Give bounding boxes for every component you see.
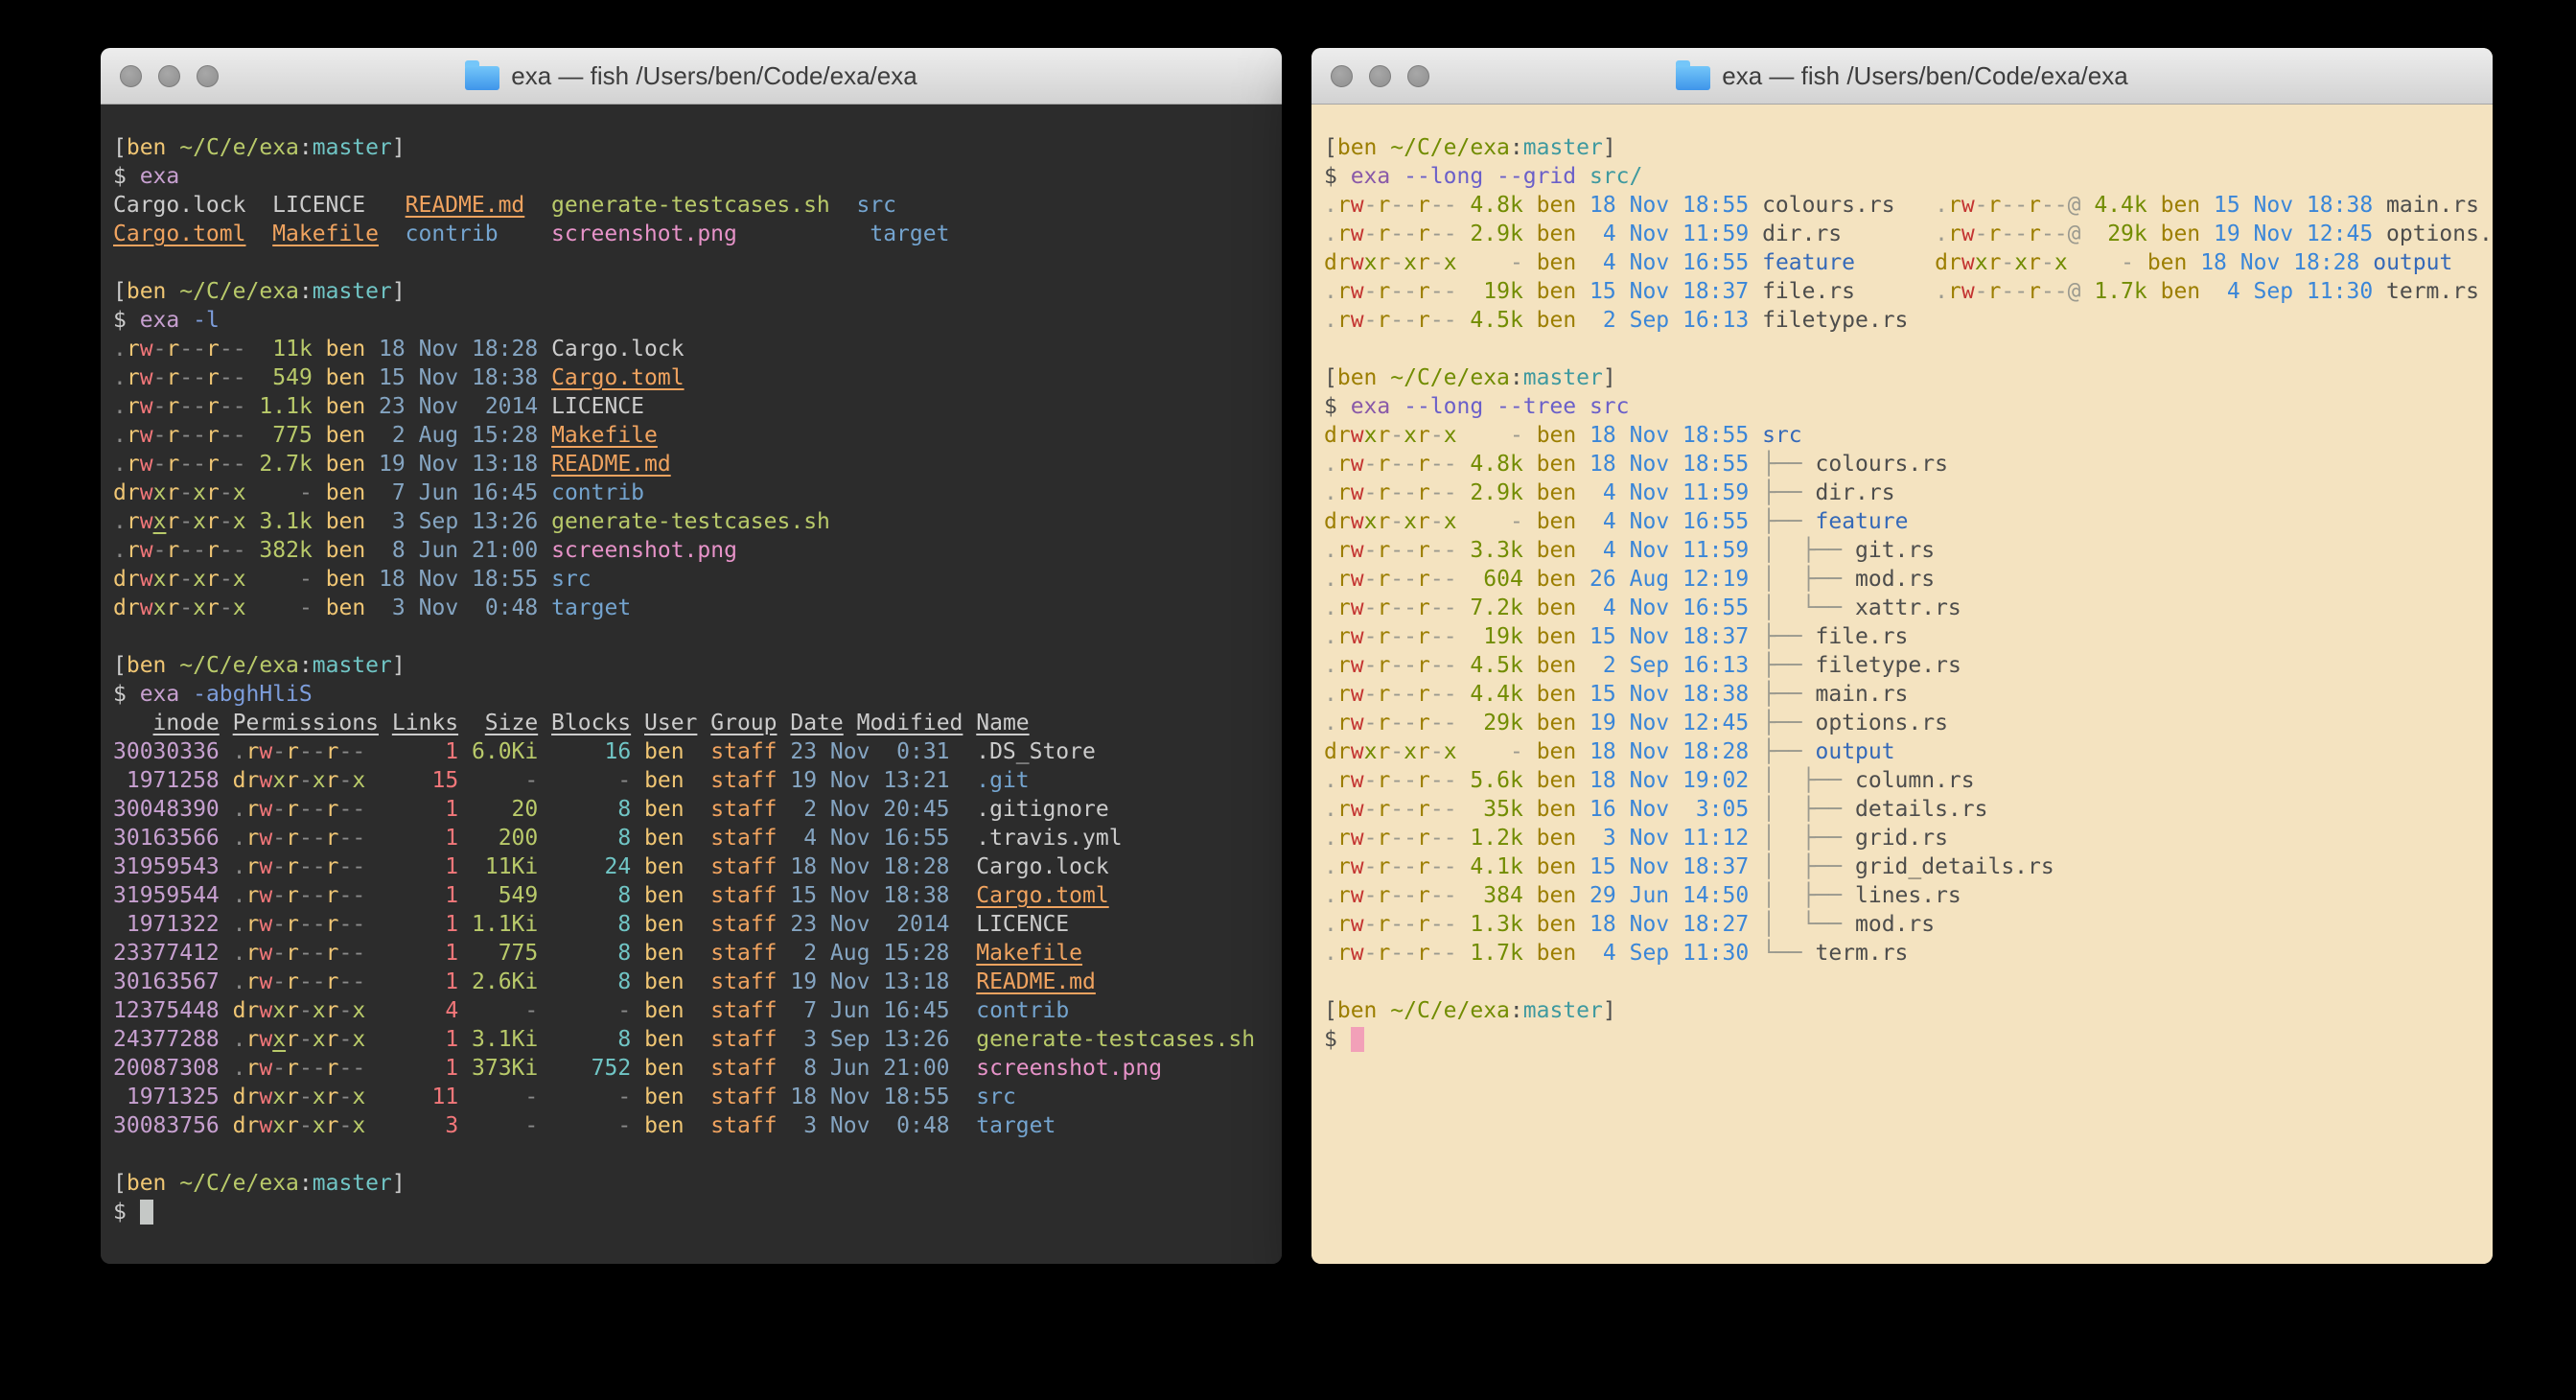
title-group: exa — fish /Users/ben/Code/exa/exa bbox=[465, 61, 917, 91]
terminal-line: .rw-r--r-- 4.5k ben 2 Sep 16:13 ├── file… bbox=[1324, 651, 2493, 680]
terminal-line: .rw-r--r-- 7.2k ben 4 Nov 16:55 │ └── xa… bbox=[1324, 594, 2493, 622]
terminal-line: .rw-r--r-- 11k ben 18 Nov 18:28 Cargo.lo… bbox=[113, 335, 1282, 363]
terminal-line: .rw-r--r-- 4.8k ben 18 Nov 18:55 ├── col… bbox=[1324, 450, 2493, 478]
terminal-line: .rw-r--r-- 3.3k ben 4 Nov 11:59 │ ├── gi… bbox=[1324, 536, 2493, 565]
folder-icon bbox=[1676, 66, 1710, 90]
terminal-line: 20087308 .rw-r--r-- 1 373Ki 752 ben staf… bbox=[113, 1054, 1282, 1083]
zoom-button[interactable] bbox=[1407, 65, 1429, 87]
close-button[interactable] bbox=[1331, 65, 1353, 87]
terminal-output[interactable]: [ben ~/C/e/exa:master]$ exa --long --gri… bbox=[1311, 105, 2493, 1264]
terminal-line: 1971322 .rw-r--r-- 1 1.1Ki 8 ben staff 2… bbox=[113, 910, 1282, 939]
terminal-window-dark: exa — fish /Users/ben/Code/exa/exa [ben … bbox=[101, 48, 1282, 1264]
terminal-line: .rw-r--r-- 19k ben 15 Nov 18:37 ├── file… bbox=[1324, 622, 2493, 651]
minimize-button[interactable] bbox=[1369, 65, 1391, 87]
terminal-line bbox=[113, 1140, 1282, 1169]
title-group: exa — fish /Users/ben/Code/exa/exa bbox=[1676, 61, 2127, 91]
terminal-cursor bbox=[1351, 1027, 1364, 1052]
terminal-line: .rw-r--r-- 4.8k ben 18 Nov 18:55 colours… bbox=[1324, 191, 2493, 220]
terminal-line bbox=[1324, 335, 2493, 363]
window-title: exa — fish /Users/ben/Code/exa/exa bbox=[511, 61, 917, 91]
folder-icon bbox=[465, 66, 499, 90]
terminal-line: [ben ~/C/e/exa:master] bbox=[113, 277, 1282, 306]
terminal-line: .rw-r--r-- 382k ben 8 Jun 21:00 screensh… bbox=[113, 536, 1282, 565]
terminal-line: [ben ~/C/e/exa:master] bbox=[113, 651, 1282, 680]
terminal-line: drwxr-xr-x - ben 3 Nov 0:48 target bbox=[113, 594, 1282, 622]
terminal-line: $ exa bbox=[113, 162, 1282, 191]
terminal-line: 31959543 .rw-r--r-- 1 11Ki 24 ben staff … bbox=[113, 852, 1282, 881]
terminal-line: .rw-r--r-- 5.6k ben 18 Nov 19:02 │ ├── c… bbox=[1324, 766, 2493, 795]
terminal-line: .rwxr-xr-x 3.1k ben 3 Sep 13:26 generate… bbox=[113, 507, 1282, 536]
terminal-line: 30163567 .rw-r--r-- 1 2.6Ki 8 ben staff … bbox=[113, 968, 1282, 996]
terminal-window-light: exa — fish /Users/ben/Code/exa/exa [ben … bbox=[1311, 48, 2493, 1264]
terminal-line: drwxr-xr-x - ben 18 Nov 18:55 src bbox=[1324, 421, 2493, 450]
window-title: exa — fish /Users/ben/Code/exa/exa bbox=[1722, 61, 2127, 91]
terminal-line: 1971258 drwxr-xr-x 15 - - ben staff 19 N… bbox=[113, 766, 1282, 795]
terminal-line: .rw-r--r-- 1.2k ben 3 Nov 11:12 │ ├── gr… bbox=[1324, 824, 2493, 852]
terminal-line: $ bbox=[1324, 1025, 2493, 1054]
terminal-line: [ben ~/C/e/exa:master] bbox=[1324, 363, 2493, 392]
terminal-output[interactable]: [ben ~/C/e/exa:master]$ exaCargo.lock LI… bbox=[101, 105, 1282, 1264]
terminal-line: 30030336 .rw-r--r-- 1 6.0Ki 16 ben staff… bbox=[113, 737, 1282, 766]
terminal-line: .rw-r--r-- 2.7k ben 19 Nov 13:18 README.… bbox=[113, 450, 1282, 478]
terminal-line: 1971325 drwxr-xr-x 11 - - ben staff 18 N… bbox=[113, 1083, 1282, 1111]
traffic-lights bbox=[120, 48, 219, 104]
terminal-line: 30083756 drwxr-xr-x 3 - - ben staff 3 No… bbox=[113, 1111, 1282, 1140]
terminal-line: drwxr-xr-x - ben 18 Nov 18:55 src bbox=[113, 565, 1282, 594]
title-bar[interactable]: exa — fish /Users/ben/Code/exa/exa bbox=[1311, 48, 2493, 105]
terminal-line bbox=[1324, 968, 2493, 996]
terminal-line bbox=[113, 622, 1282, 651]
terminal-line: [ben ~/C/e/exa:master] bbox=[1324, 996, 2493, 1025]
terminal-line: inode Permissions Links Size Blocks User… bbox=[113, 709, 1282, 737]
terminal-line: .rw-r--r-- 35k ben 16 Nov 3:05 │ ├── det… bbox=[1324, 795, 2493, 824]
terminal-line: .rw-r--r-- 1.7k ben 4 Sep 11:30 └── term… bbox=[1324, 939, 2493, 968]
terminal-line: drwxr-xr-x - ben 18 Nov 18:28 ├── output bbox=[1324, 737, 2493, 766]
terminal-line: .rw-r--r-- 384 ben 29 Jun 14:50 │ ├── li… bbox=[1324, 881, 2493, 910]
terminal-line: [ben ~/C/e/exa:master] bbox=[113, 1169, 1282, 1198]
terminal-line: $ exa --long --tree src bbox=[1324, 392, 2493, 421]
terminal-line: Cargo.lock LICENCE README.md generate-te… bbox=[113, 191, 1282, 220]
terminal-line: 24377288 .rwxr-xr-x 1 3.1Ki 8 ben staff … bbox=[113, 1025, 1282, 1054]
terminal-line: [ben ~/C/e/exa:master] bbox=[113, 133, 1282, 162]
terminal-cursor bbox=[140, 1200, 153, 1225]
terminal-line: .rw-r--r-- 4.4k ben 15 Nov 18:38 ├── mai… bbox=[1324, 680, 2493, 709]
terminal-line: drwxr-xr-x - ben 4 Nov 16:55 feature drw… bbox=[1324, 248, 2493, 277]
terminal-line: drwxr-xr-x - ben 7 Jun 16:45 contrib bbox=[113, 478, 1282, 507]
terminal-line: $ bbox=[113, 1198, 1282, 1226]
terminal-line: $ exa -l bbox=[113, 306, 1282, 335]
terminal-line: 31959544 .rw-r--r-- 1 549 8 ben staff 15… bbox=[113, 881, 1282, 910]
terminal-line: .rw-r--r-- 1.3k ben 18 Nov 18:27 │ └── m… bbox=[1324, 910, 2493, 939]
terminal-line: .rw-r--r-- 775 ben 2 Aug 15:28 Makefile bbox=[113, 421, 1282, 450]
terminal-line: .rw-r--r-- 604 ben 26 Aug 12:19 │ ├── mo… bbox=[1324, 565, 2493, 594]
terminal-line: .rw-r--r-- 1.1k ben 23 Nov 2014 LICENCE bbox=[113, 392, 1282, 421]
terminal-line: .rw-r--r-- 2.9k ben 4 Nov 11:59 dir.rs .… bbox=[1324, 220, 2493, 248]
terminal-line: 12375448 drwxr-xr-x 4 - - ben staff 7 Ju… bbox=[113, 996, 1282, 1025]
terminal-line: .rw-r--r-- 29k ben 19 Nov 12:45 ├── opti… bbox=[1324, 709, 2493, 737]
terminal-line: drwxr-xr-x - ben 4 Nov 16:55 ├── feature bbox=[1324, 507, 2493, 536]
terminal-line: 23377412 .rw-r--r-- 1 775 8 ben staff 2 … bbox=[113, 939, 1282, 968]
terminal-line: .rw-r--r-- 19k ben 15 Nov 18:37 file.rs … bbox=[1324, 277, 2493, 306]
minimize-button[interactable] bbox=[158, 65, 180, 87]
terminal-line: .rw-r--r-- 549 ben 15 Nov 18:38 Cargo.to… bbox=[113, 363, 1282, 392]
terminal-line: .rw-r--r-- 4.1k ben 15 Nov 18:37 │ ├── g… bbox=[1324, 852, 2493, 881]
terminal-line: $ exa -abghHliS bbox=[113, 680, 1282, 709]
close-button[interactable] bbox=[120, 65, 142, 87]
terminal-line: [ben ~/C/e/exa:master] bbox=[1324, 133, 2493, 162]
traffic-lights bbox=[1331, 48, 1429, 104]
terminal-line: 30048390 .rw-r--r-- 1 20 8 ben staff 2 N… bbox=[113, 795, 1282, 824]
zoom-button[interactable] bbox=[197, 65, 219, 87]
terminal-line: .rw-r--r-- 4.5k ben 2 Sep 16:13 filetype… bbox=[1324, 306, 2493, 335]
title-bar[interactable]: exa — fish /Users/ben/Code/exa/exa bbox=[101, 48, 1282, 105]
terminal-line bbox=[113, 248, 1282, 277]
terminal-line: $ exa --long --grid src/ bbox=[1324, 162, 2493, 191]
terminal-line: .rw-r--r-- 2.9k ben 4 Nov 11:59 ├── dir.… bbox=[1324, 478, 2493, 507]
terminal-line: 30163566 .rw-r--r-- 1 200 8 ben staff 4 … bbox=[113, 824, 1282, 852]
terminal-line: Cargo.toml Makefile contrib screenshot.p… bbox=[113, 220, 1282, 248]
